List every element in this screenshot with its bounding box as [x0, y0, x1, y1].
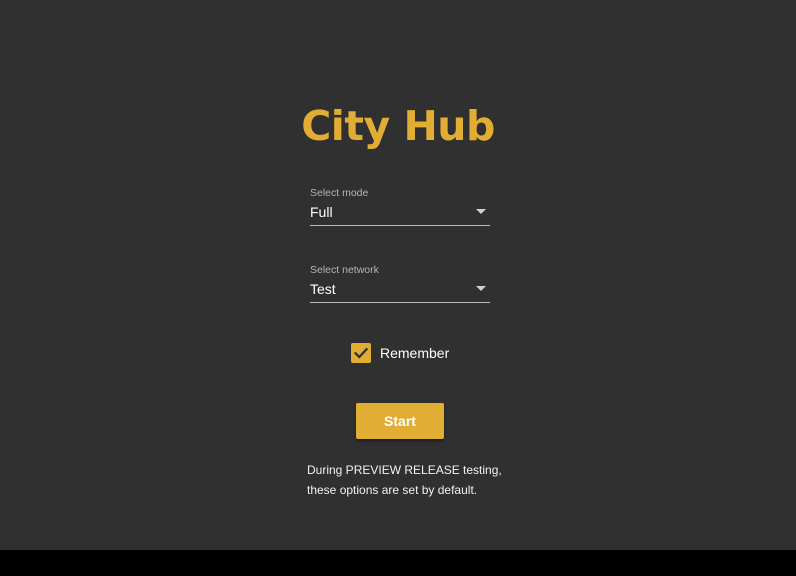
network-select-value: Test: [310, 281, 336, 297]
dropdown-arrow-icon: [476, 209, 486, 214]
mode-select[interactable]: Full: [310, 199, 490, 226]
mode-select-value: Full: [310, 204, 333, 220]
remember-label: Remember: [380, 345, 450, 361]
start-button[interactable]: Start: [356, 403, 444, 439]
remember-checkbox[interactable]: [351, 343, 371, 363]
app-logo-title: City Hub: [301, 102, 495, 150]
note-line-1: During PREVIEW RELEASE testing,: [307, 463, 502, 477]
dropdown-arrow-icon: [476, 286, 486, 291]
app-window: City Hub Select mode Full Select network…: [0, 0, 796, 550]
mode-select-label: Select mode: [310, 187, 369, 199]
network-select-label: Select network: [310, 264, 379, 276]
note-line-2: these options are set by default.: [307, 483, 478, 497]
preview-release-note: During PREVIEW RELEASE testing, these op…: [307, 460, 507, 500]
checkmark-icon: [353, 347, 369, 359]
bottom-bar: [0, 550, 796, 576]
network-select[interactable]: Test: [310, 276, 490, 303]
